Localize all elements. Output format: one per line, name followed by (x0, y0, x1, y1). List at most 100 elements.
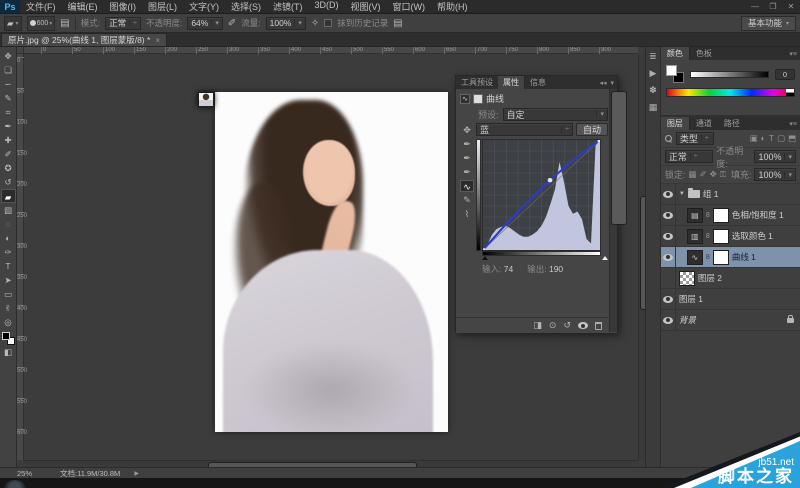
tool-hand[interactable]: ✌ (1, 301, 16, 315)
tool-gradient[interactable]: ▧ (1, 203, 16, 217)
gray-point-eyedropper-icon[interactable]: ✒ (460, 152, 474, 164)
color-spectrum-ramp[interactable] (666, 88, 795, 97)
flow-field[interactable]: 100% ▾ (266, 17, 306, 30)
tool-type[interactable]: T (1, 259, 16, 273)
lock-move-icon[interactable]: ✥ (710, 169, 717, 180)
opacity-field[interactable]: 64% ▾ (187, 17, 223, 30)
minimize-button[interactable]: — (746, 2, 764, 11)
photo-document[interactable] (215, 92, 448, 432)
auto-button[interactable]: 自动 (576, 123, 608, 136)
tool-zoom[interactable]: ◎ (1, 315, 16, 329)
slider-value-field[interactable]: 0 (775, 69, 795, 80)
layer-visibility-toggle[interactable] (661, 247, 676, 267)
status-options-arrow-icon[interactable]: ▶ (134, 470, 139, 477)
tool-pen[interactable]: ✑ (1, 245, 16, 259)
tool-brush[interactable]: ✐ (1, 147, 16, 161)
tool-blur[interactable]: ◌ (1, 217, 16, 231)
smooth-curve-tool-icon[interactable]: ⌇ (460, 208, 474, 220)
black-point-eyedropper-icon[interactable]: ✒ (460, 138, 474, 150)
tab-info[interactable]: 信息 (525, 76, 551, 89)
tool-path-selection[interactable]: ➤ (1, 273, 16, 287)
grayscale-slider[interactable] (690, 71, 769, 78)
filter-type-select[interactable]: 类型 ÷ (676, 132, 714, 145)
foreground-background-swatches[interactable] (2, 332, 15, 345)
menu-item[interactable]: 图层(L) (142, 0, 183, 13)
targeted-adjustment-tool-icon[interactable]: ✥ (460, 124, 474, 136)
edit-points-curve-tool-icon[interactable]: ∿ (460, 180, 474, 192)
toggle-brush-panel-icon[interactable]: ▤ (60, 18, 69, 29)
tool-shape[interactable]: ▭ (1, 287, 16, 301)
group-expand-caret[interactable]: ▼ (679, 191, 685, 197)
fill-field[interactable]: 100% ▾ (754, 168, 796, 181)
restore-button[interactable]: ❐ (764, 2, 782, 11)
filter-type-icon[interactable]: T (769, 133, 774, 144)
layer-mask-thumbnail[interactable] (713, 250, 729, 265)
blend-mode-select[interactable]: 正常 ÷ (665, 150, 713, 163)
panel-menu-icon[interactable]: ▾≡ (789, 120, 800, 128)
layer-row[interactable]: ▼组 1 (661, 184, 800, 205)
panel-menu-icon[interactable]: ▾ (610, 79, 614, 87)
delete-adjustment-icon[interactable] (595, 322, 602, 330)
channel-select[interactable]: 蓝 ÷ (476, 123, 573, 136)
tab-paths[interactable]: 路径 (718, 117, 746, 130)
layer-visibility-toggle[interactable] (661, 289, 676, 309)
tiles-icon[interactable]: ▦ (649, 102, 658, 113)
adjustment-thumbnail[interactable]: ▤ (687, 208, 703, 223)
layer-visibility-toggle[interactable] (661, 226, 676, 246)
tool-healing-brush[interactable]: ✚ (1, 133, 16, 147)
mode-select[interactable]: 正常 ÷ (105, 17, 141, 30)
menu-item[interactable]: 帮助(H) (431, 0, 474, 13)
tab-swatches[interactable]: 色板 (690, 47, 718, 60)
layer-opacity-field[interactable]: 100% ▾ (754, 150, 796, 163)
toggle-visibility-eye-icon[interactable] (578, 322, 588, 329)
zoom-level-field[interactable]: 25% (0, 468, 30, 478)
brush-preset-picker[interactable]: 600 ▾ (27, 16, 56, 31)
panel-menu-icon[interactable]: ▾≡ (789, 50, 800, 58)
tool-move[interactable]: ✥ (1, 49, 16, 63)
tab-layers[interactable]: 图层 (661, 117, 690, 130)
view-previous-state-icon[interactable]: ⊙ (549, 320, 557, 331)
white-point-eyedropper-icon[interactable]: ✒ (460, 166, 474, 178)
styles-icon[interactable]: ✽ (649, 85, 657, 96)
current-tool-button[interactable]: ▰ ▾ (4, 16, 22, 31)
close-button[interactable]: ✕ (782, 2, 800, 11)
close-tab-icon[interactable]: × (155, 36, 160, 45)
tool-eraser[interactable]: ▰ (1, 189, 16, 203)
airbrush-icon[interactable]: ✧ (311, 18, 319, 29)
foreground-color-swatch[interactable] (666, 65, 677, 76)
adjustment-thumbnail[interactable]: ▥ (687, 229, 703, 244)
menu-item[interactable]: 编辑(E) (62, 0, 104, 13)
menu-item[interactable]: 图像(I) (104, 0, 143, 13)
brush-panel-toggle-icon[interactable]: ▤ (393, 18, 402, 29)
tool-crop[interactable]: ⌗ (1, 105, 16, 119)
layer-row[interactable]: 背景 (661, 310, 800, 331)
tablet-pressure-opacity-icon[interactable]: ✐ (228, 18, 236, 29)
tool-dodge[interactable]: ◐ (1, 231, 16, 245)
tool-history-brush[interactable]: ↺ (1, 175, 16, 189)
document-tab[interactable]: 原片.jpg @ 25%(曲线 1, 图层蒙版/8) * × (1, 33, 167, 46)
layer-row[interactable]: ▥8选取颜色 1 (661, 226, 800, 247)
tab-color[interactable]: 颜色 (661, 47, 690, 60)
reset-icon[interactable]: ↺ (563, 320, 571, 331)
menu-item[interactable]: 视图(V) (345, 0, 387, 13)
layer-row[interactable]: ▤8色相/饱和度 1 (661, 205, 800, 226)
black-point-slider[interactable] (482, 256, 488, 260)
panel-scrollbar[interactable] (609, 89, 617, 332)
layer-visibility-toggle[interactable] (661, 268, 676, 288)
tab-channels[interactable]: 通道 (690, 117, 718, 130)
layer-visibility-toggle[interactable] (661, 310, 676, 330)
layer-row[interactable]: 图层 2 (661, 268, 800, 289)
filter-pixel-icon[interactable]: ▣ (750, 133, 758, 144)
tool-quick-selection[interactable]: ✎ (1, 91, 16, 105)
menu-item[interactable]: 窗口(W) (387, 0, 432, 13)
menu-item[interactable]: 选择(S) (225, 0, 267, 13)
filter-smart-icon[interactable]: ⬒ (788, 133, 796, 144)
foreground-background-swatches[interactable] (666, 65, 684, 83)
filter-shape-icon[interactable]: ▢ (777, 133, 785, 144)
vertical-scrollbar[interactable] (638, 54, 645, 460)
lock-paint-icon[interactable]: ✐ (699, 169, 706, 180)
filter-adjustment-icon[interactable]: ◐ (761, 133, 766, 144)
layer-visibility-toggle[interactable] (661, 205, 676, 225)
tool-quick-mask[interactable]: ◧ (1, 345, 16, 359)
menu-item[interactable]: 文字(Y) (183, 0, 225, 13)
